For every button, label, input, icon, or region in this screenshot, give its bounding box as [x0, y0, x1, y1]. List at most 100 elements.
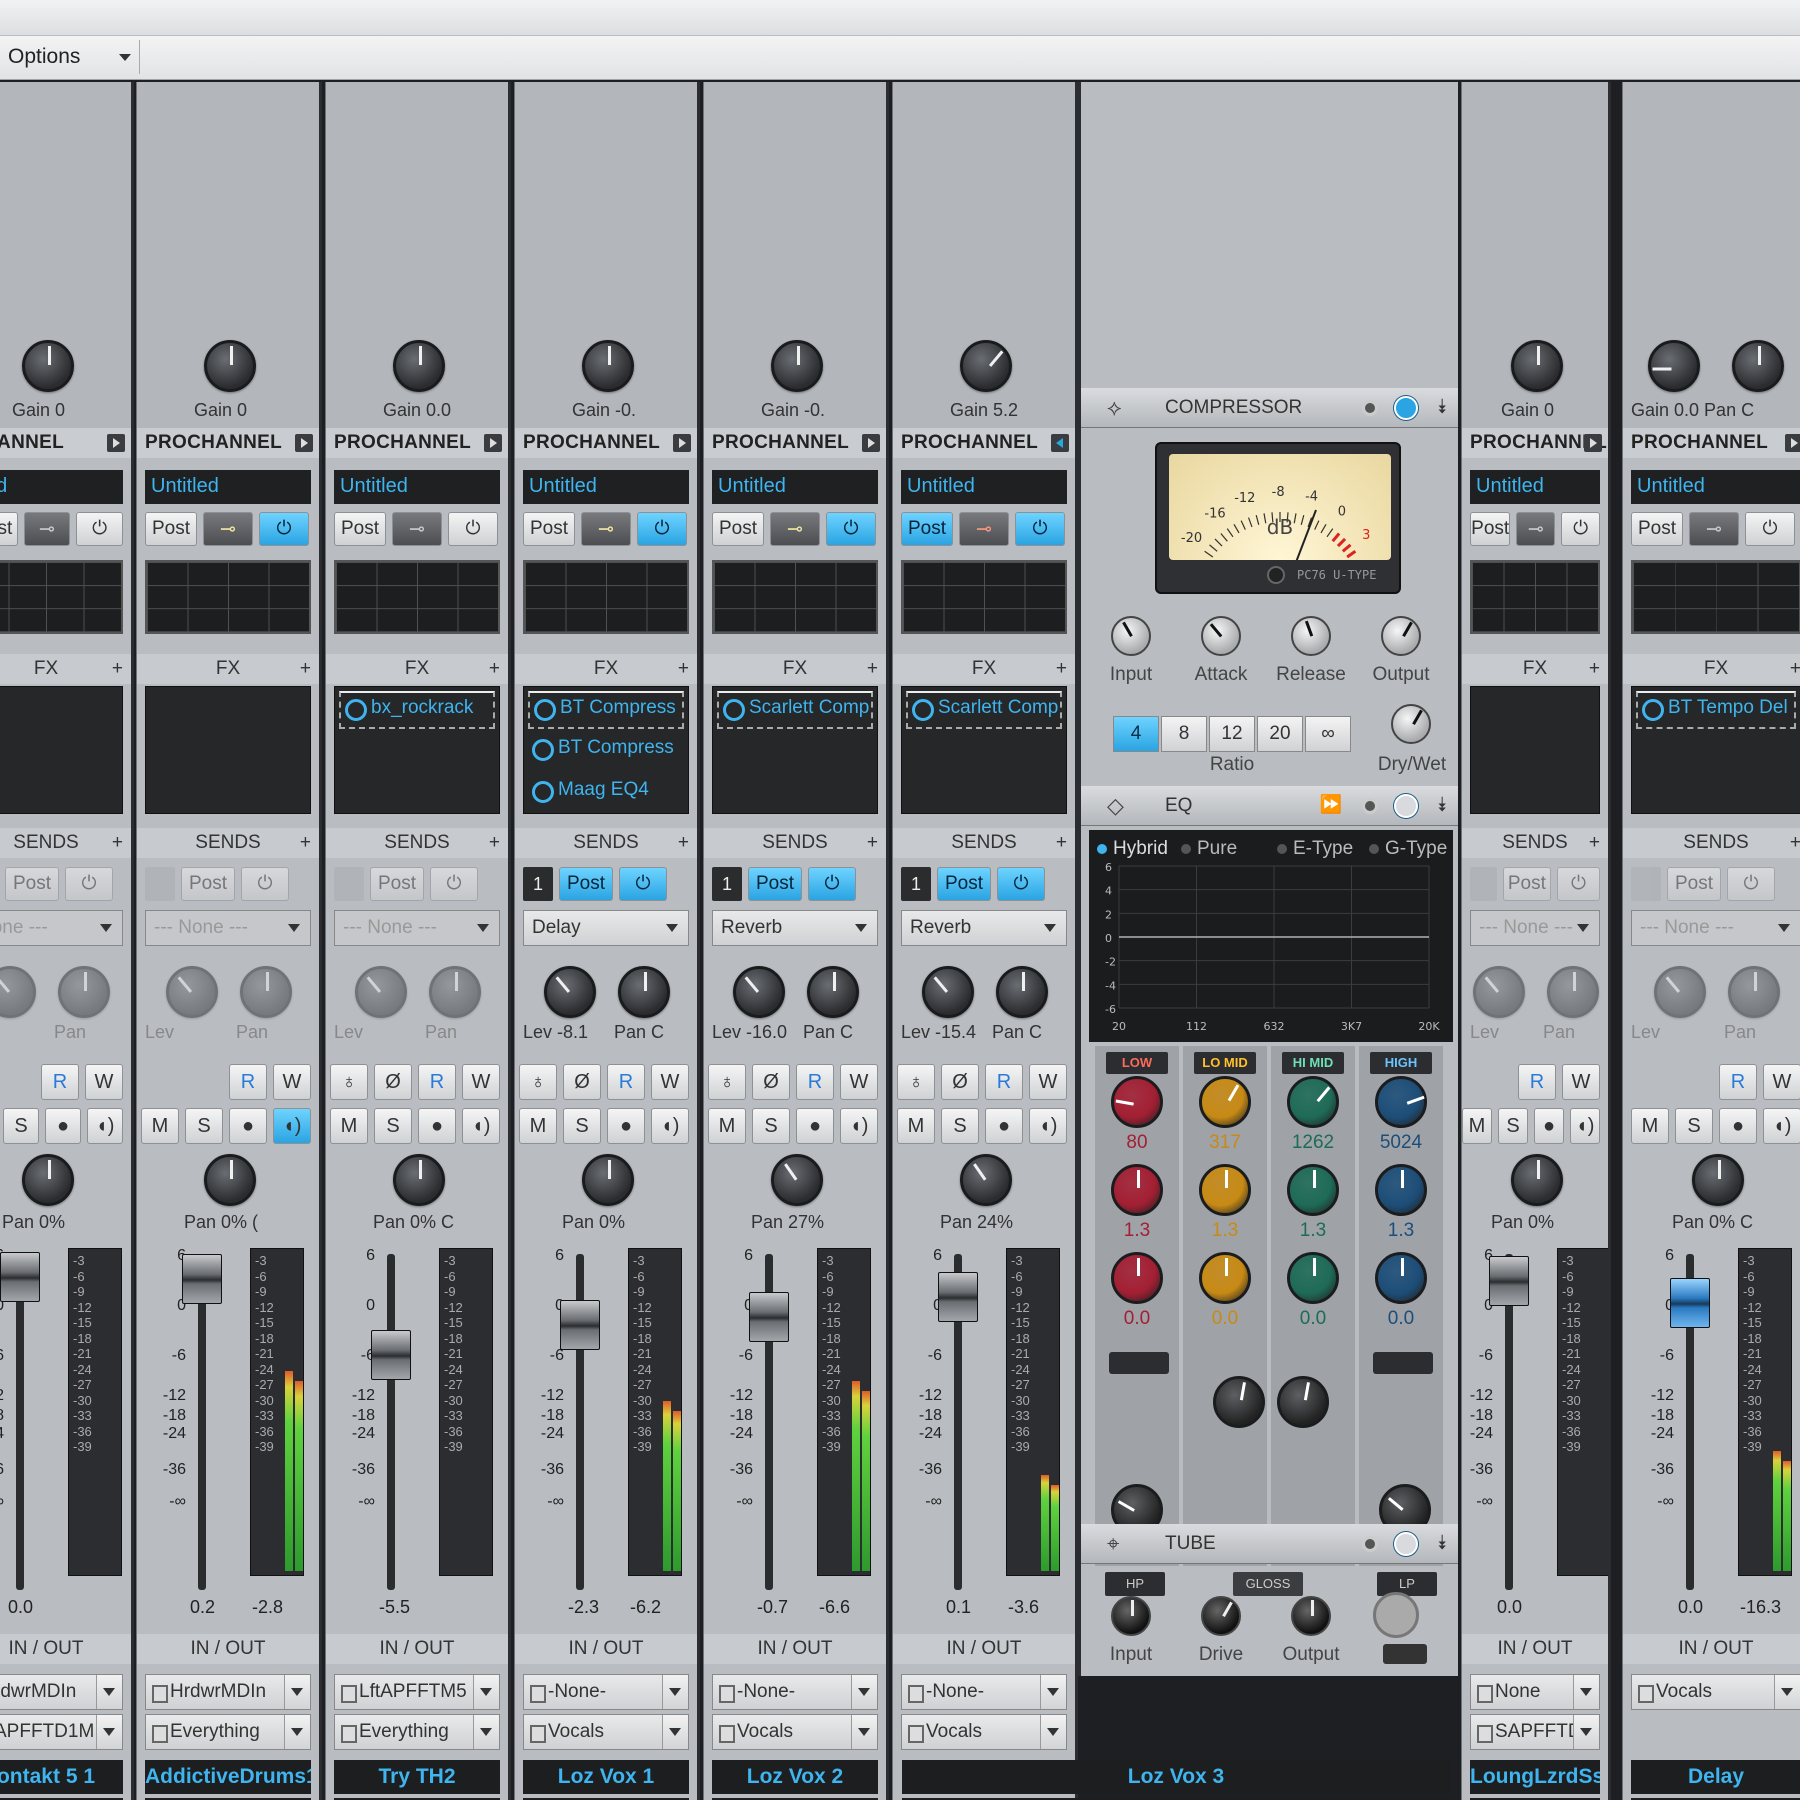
- sends-header[interactable]: SENDS +: [1462, 828, 1608, 858]
- track-name[interactable]: Try TH2: [334, 1760, 500, 1794]
- fx-rack[interactable]: [1470, 686, 1600, 814]
- prochannel-header[interactable]: PROCHANNEL: [137, 428, 319, 458]
- mute-button[interactable]: M: [1462, 1108, 1492, 1144]
- read-automation-button[interactable]: R: [796, 1064, 834, 1100]
- pan-knob[interactable]: [771, 1154, 823, 1206]
- preset-name[interactable]: Untitled: [334, 470, 500, 504]
- eq-low-q-knob[interactable]: [1111, 1164, 1163, 1216]
- tube-bypass-dot[interactable]: [1362, 1536, 1378, 1552]
- input-echo-icon[interactable]: ♁: [519, 1064, 557, 1100]
- write-automation-button[interactable]: W: [1029, 1064, 1067, 1100]
- prochannel-header[interactable]: PROCHANNEL: [326, 428, 508, 458]
- eq-low-level-knob[interactable]: [1111, 1252, 1163, 1304]
- pan-knob[interactable]: [1511, 1154, 1563, 1206]
- routing-icon[interactable]: ⊸: [23, 512, 71, 546]
- sends-header[interactable]: SENDS +: [704, 828, 886, 858]
- compressor-power-icon[interactable]: [1394, 396, 1418, 420]
- eq-thumbnail[interactable]: [145, 560, 311, 634]
- preset-name[interactable]: Untitled: [1470, 470, 1600, 504]
- add-send-icon[interactable]: +: [867, 828, 878, 858]
- send-post-button[interactable]: Post: [937, 867, 991, 901]
- mute-button[interactable]: M: [141, 1108, 179, 1144]
- solo-button[interactable]: S: [941, 1108, 979, 1144]
- send-target-dropdown[interactable]: Reverb: [712, 910, 878, 946]
- options-menu[interactable]: Options: [0, 40, 140, 74]
- monitor-icon[interactable]: ◖): [87, 1108, 123, 1144]
- eq-lo-mid-q-knob[interactable]: [1199, 1164, 1251, 1216]
- input-dropdown[interactable]: HrdwrMDIn: [145, 1674, 311, 1710]
- read-automation-button[interactable]: R: [229, 1064, 267, 1100]
- fx-header[interactable]: FX +: [515, 654, 697, 684]
- power-icon[interactable]: ⏻: [76, 512, 124, 546]
- eq-hi-mid-freq-knob[interactable]: [1287, 1076, 1339, 1128]
- send-level-knob[interactable]: [733, 966, 785, 1018]
- fx-header[interactable]: FX +: [1462, 654, 1608, 684]
- fx-rack[interactable]: BT Compress BT Compress Maag EQ4: [523, 686, 689, 814]
- input-dropdown[interactable]: Vocals: [1631, 1674, 1800, 1710]
- solo-button[interactable]: S: [1675, 1108, 1713, 1144]
- gain-knob[interactable]: [582, 340, 634, 392]
- expand-icon[interactable]: [1584, 434, 1602, 452]
- expand-icon[interactable]: [673, 434, 691, 452]
- compressor-release-knob[interactable]: [1291, 616, 1331, 656]
- solo-button[interactable]: S: [185, 1108, 223, 1144]
- prochannel-header[interactable]: CHANNEL: [0, 428, 131, 458]
- post-button[interactable]: Post: [334, 512, 386, 546]
- track-name[interactable]: LoungLzrdSss: [1470, 1760, 1600, 1794]
- sends-header[interactable]: SENDS +: [326, 828, 508, 858]
- send-post-button[interactable]: Post: [748, 867, 802, 901]
- expand-icon[interactable]: [295, 434, 313, 452]
- gain-knob[interactable]: [22, 340, 74, 392]
- send-pan-knob[interactable]: [996, 966, 1048, 1018]
- prochannel-header[interactable]: PROCHANNEL: [704, 428, 886, 458]
- routing-icon[interactable]: ⊸: [392, 512, 442, 546]
- fx-rack[interactable]: Scarlett Comp: [712, 686, 878, 814]
- gain-knob[interactable]: [1511, 340, 1563, 392]
- pan-knob[interactable]: [393, 1154, 445, 1206]
- record-arm-button[interactable]: ●: [1719, 1108, 1757, 1144]
- routing-icon[interactable]: ⊸: [203, 512, 253, 546]
- gloss-button[interactable]: GLOSS: [1233, 1572, 1303, 1596]
- send-power-icon[interactable]: ⏻: [619, 867, 667, 901]
- monitor-icon[interactable]: ◖): [1570, 1108, 1600, 1144]
- fader-track[interactable]: [198, 1254, 206, 1590]
- tube-input-knob[interactable]: [1111, 1596, 1151, 1636]
- hp-button[interactable]: HP: [1105, 1572, 1165, 1596]
- ratio-button[interactable]: 8: [1161, 716, 1207, 752]
- send-pan-knob[interactable]: [807, 966, 859, 1018]
- write-automation-button[interactable]: W: [840, 1064, 878, 1100]
- track-name-wide[interactable]: Loz Vox 3: [902, 1760, 1450, 1794]
- send-level-knob[interactable]: [0, 966, 36, 1018]
- fx-plugin[interactable]: Maag EQ4: [528, 775, 684, 813]
- send-power-icon[interactable]: ⏻: [65, 867, 113, 901]
- sends-header[interactable]: SENDS +: [1623, 828, 1800, 858]
- routing-icon[interactable]: ⊸: [959, 512, 1009, 546]
- eq-shelf-switch[interactable]: [1109, 1352, 1169, 1374]
- prochannel-header[interactable]: PROCHANNEL: [893, 428, 1075, 458]
- add-send-icon[interactable]: +: [1589, 828, 1600, 858]
- mute-button[interactable]: M: [519, 1108, 557, 1144]
- hp-slope-knob[interactable]: [1213, 1376, 1265, 1428]
- mute-button[interactable]: M: [1631, 1108, 1669, 1144]
- fx-rack[interactable]: BT Tempo Del: [1631, 686, 1800, 814]
- ratio-button[interactable]: ∞: [1305, 716, 1351, 752]
- track-name[interactable]: Loz Vox 1: [523, 1760, 689, 1794]
- tube-output-knob[interactable]: [1291, 1596, 1331, 1636]
- sends-header[interactable]: SENDS +: [0, 828, 131, 858]
- eq-lo-mid-freq-knob[interactable]: [1199, 1076, 1251, 1128]
- pan-knob[interactable]: [960, 1154, 1012, 1206]
- fx-plugin[interactable]: BT Compress: [528, 691, 684, 729]
- output-dropdown[interactable]: SAPFFTD1M: [1470, 1714, 1600, 1750]
- fx-header[interactable]: FX +: [326, 654, 508, 684]
- fx-rack[interactable]: Scarlett Comp: [901, 686, 1067, 814]
- track-name[interactable]: Loz Vox 2: [712, 1760, 878, 1794]
- pan-knob[interactable]: [1692, 1154, 1744, 1206]
- volume-fader[interactable]: [938, 1272, 978, 1322]
- routing-icon[interactable]: ⊸: [770, 512, 820, 546]
- fx-header[interactable]: FX +: [893, 654, 1075, 684]
- post-button[interactable]: Post: [523, 512, 575, 546]
- eq-thumbnail[interactable]: [334, 560, 500, 634]
- add-send-icon[interactable]: +: [1056, 828, 1067, 858]
- mute-button[interactable]: M: [708, 1108, 746, 1144]
- send-power-icon[interactable]: ⏻: [808, 867, 856, 901]
